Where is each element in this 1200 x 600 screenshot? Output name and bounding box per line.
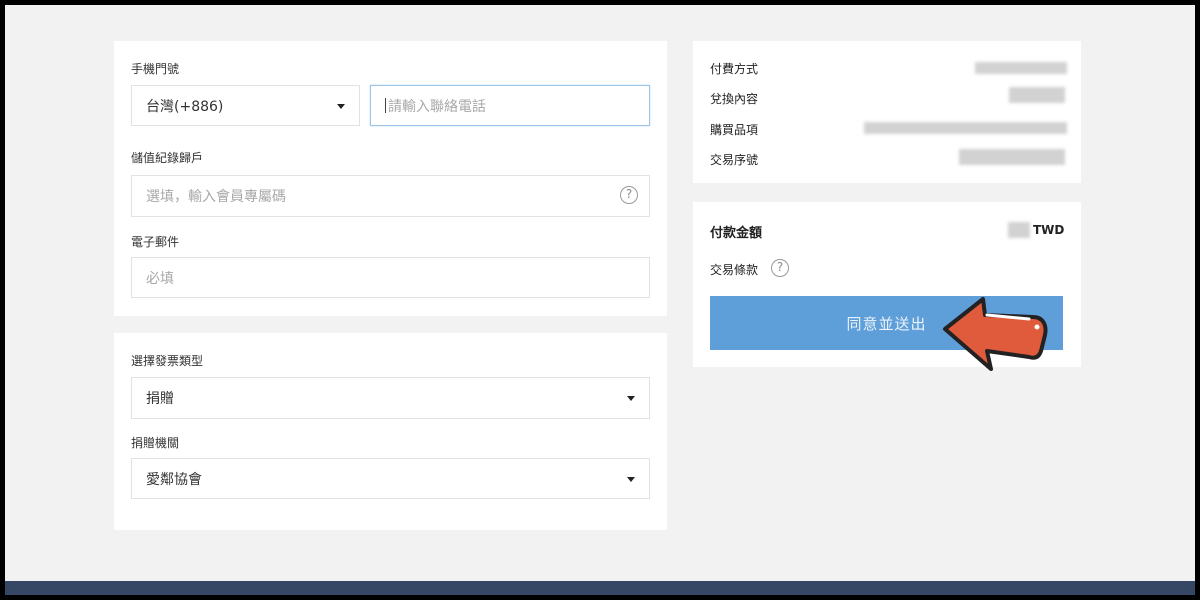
caret-down-icon bbox=[337, 103, 345, 109]
redacted-value bbox=[1009, 87, 1065, 103]
country-code-select[interactable]: 台灣(+886) bbox=[131, 85, 360, 126]
email-placeholder: 必填 bbox=[146, 270, 174, 287]
help-icon[interactable]: ? bbox=[620, 186, 638, 204]
text-cursor bbox=[385, 98, 386, 113]
donation-org-value: 愛鄰協會 bbox=[146, 471, 202, 488]
invoice-card: 選擇發票類型 捐贈 捐贈機關 愛鄰協會 bbox=[114, 333, 667, 530]
invoice-type-value: 捐贈 bbox=[146, 391, 174, 407]
help-icon[interactable]: ? bbox=[771, 259, 789, 277]
invoice-type-label: 選擇發票類型 bbox=[131, 354, 204, 368]
member-code-input[interactable]: 選填，輸入會員專屬碼 ? bbox=[131, 175, 650, 217]
transaction-id-label: 交易序號 bbox=[710, 153, 759, 167]
caret-down-icon bbox=[627, 396, 635, 401]
currency-label: TWD bbox=[1033, 223, 1065, 237]
redacted-value bbox=[975, 62, 1067, 74]
country-code-value: 台灣(+886) bbox=[146, 98, 224, 115]
member-label: 儲值紀錄歸戶 bbox=[131, 151, 204, 165]
contact-card: 手機門號 台灣(+886) 請輸入聯絡電話 儲值紀錄歸戶 選填，輸入會員專屬碼 … bbox=[114, 41, 667, 316]
member-placeholder: 選填，輸入會員專屬碼 bbox=[146, 189, 286, 205]
phone-placeholder: 請輸入聯絡電話 bbox=[388, 98, 486, 115]
terms-label[interactable]: 交易條款 bbox=[710, 261, 758, 278]
exchange-content-label: 兌換內容 bbox=[710, 92, 759, 106]
donation-org-select[interactable]: 愛鄰協會 bbox=[131, 458, 650, 499]
phone-label: 手機門號 bbox=[131, 62, 180, 76]
invoice-type-select[interactable]: 捐贈 bbox=[131, 377, 650, 419]
email-input[interactable]: 必填 bbox=[131, 257, 650, 298]
order-summary-card: 付費方式 兌換內容 購買品項 交易序號 bbox=[693, 41, 1081, 183]
footer-bar bbox=[5, 581, 1195, 595]
caret-down-icon bbox=[627, 476, 635, 482]
red-arrow-icon bbox=[943, 297, 1048, 371]
amount-label: 付款金額 bbox=[710, 226, 763, 241]
redacted-value bbox=[959, 149, 1065, 165]
checkout-page: 手機門號 台灣(+886) 請輸入聯絡電話 儲值紀錄歸戶 選填，輸入會員專屬碼 … bbox=[5, 5, 1195, 595]
phone-input[interactable]: 請輸入聯絡電話 bbox=[370, 85, 650, 126]
redacted-value bbox=[864, 122, 1067, 134]
email-label: 電子郵件 bbox=[131, 235, 180, 249]
donation-org-label: 捐贈機關 bbox=[131, 436, 180, 450]
redacted-amount bbox=[1008, 222, 1030, 238]
payment-method-label: 付費方式 bbox=[710, 62, 759, 76]
purchase-item-label: 購買品項 bbox=[710, 123, 759, 137]
